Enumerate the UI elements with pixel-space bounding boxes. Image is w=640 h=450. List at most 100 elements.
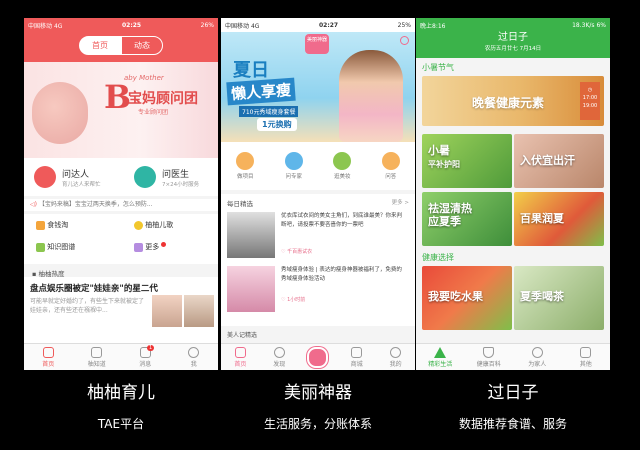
qa-icon [381, 152, 400, 170]
tile-xiaoshu[interactable]: 小暑 平补护阳 [422, 134, 512, 188]
kid-photo-1 [152, 295, 182, 327]
app-screen-guorizi: 晚上8:16 18.3K/s 6% 过日子 农历五月廿七 7月14日 小暑节气 … [416, 18, 610, 370]
article-headline: 盘点娱乐圈被定"娃娃亲"的星二代 [30, 284, 158, 294]
caption-subtitle: TAE平台 [97, 417, 145, 431]
tab-bar-other[interactable]: 其他 [562, 344, 611, 370]
bottom-tab-bar: 首页 发现 商城 我的 [221, 343, 415, 370]
hands-heart-image [32, 82, 88, 144]
article-text: 可能早就定好婚约了，有些生下来就被定了娃娃亲，还有些还在襁褓中... [30, 298, 145, 314]
bag-icon [36, 220, 45, 230]
caption-title: 美丽神器 [284, 383, 352, 403]
tab-bar-messages[interactable]: 消息 1 [121, 344, 170, 370]
feature-grid: 食钱淘 柚柚儿歌 知识图谱 更多 [24, 214, 218, 264]
status-bar: 中国移动 4G 02:25 26% [28, 21, 214, 30]
person-icon [390, 346, 402, 358]
caption-subtitle: 数据推荐食谱、服务 [458, 417, 567, 431]
segmented-tabs: 首页 动态 [24, 36, 218, 55]
family-icon [531, 346, 543, 358]
feed: 每日精选 更多 > 优衣库试衣间的美女主角们，到底谁最美？你来判断吧，请投票不要… [221, 194, 415, 326]
grid-item-knowledge[interactable]: 知识图谱 [36, 242, 75, 252]
caption-guorizi: 过日子 数据推荐食谱、服务 [416, 378, 610, 432]
tab-bar-discover[interactable]: 发现 [260, 344, 299, 370]
tab-bar-mall[interactable]: 商城 [337, 344, 376, 370]
feed-item[interactable]: 优衣库试衣间的美女主角们，到底谁最美？你来判断吧，请投票不要吝啬你的一票吧 ♡ … [227, 210, 409, 260]
icon-experts[interactable]: 问专家 [284, 152, 303, 180]
app-screen-beauty: 中国移动 4G 02:27 25% 美丽神器 夏日 懒人享瘦 710元秀域瘦身套… [221, 18, 415, 370]
section-health: 健康选择 [422, 253, 454, 262]
message-badge: 1 [147, 345, 155, 351]
expert-icon [34, 166, 56, 188]
speaker-icon: ◁) [30, 201, 37, 208]
tile-qushi[interactable]: 祛湿清热 应夏季 [422, 192, 512, 246]
tab-bar-home[interactable]: 首页 [221, 344, 260, 370]
tab-activity[interactable]: 动态 [121, 36, 163, 55]
search-icon[interactable] [400, 36, 409, 45]
star-icon [434, 346, 447, 358]
grid-icon [580, 346, 592, 358]
app-logo: 美丽神器 [305, 34, 329, 54]
hero-tile[interactable]: 晚餐健康元素 ◷ 17:00 19:00 [422, 76, 604, 126]
clock-icon: ◷ [587, 87, 593, 93]
book-icon [36, 242, 45, 252]
grid-item-more[interactable]: 更多 [134, 242, 167, 252]
banner[interactable]: aby Mother B 宝妈顾问团 专业顾问团 [24, 62, 218, 158]
date-label: 农历五月廿七 7月14日 [484, 46, 542, 52]
tab-bar-life[interactable]: 精彩生活 [416, 344, 465, 370]
feed-item[interactable]: 秀域瘦身体验 | 表达的瘦身神器被福利了，免费的秀域瘦身体验活动 ♡ 1小时前 [227, 264, 409, 316]
tab-bar-know[interactable]: 柚知道 [73, 344, 122, 370]
camera-icon [307, 346, 329, 368]
tab-bar-camera[interactable] [299, 344, 338, 370]
tab-bar-mine[interactable]: 我的 [376, 344, 415, 370]
icon-projects[interactable]: 做项目 [236, 152, 255, 180]
kid-photo-2 [184, 295, 214, 327]
banner-line1: 夏日 [233, 60, 269, 81]
tile-fruit[interactable]: 我要吃水果 [422, 266, 512, 330]
grid-item-shop[interactable]: 食钱淘 [36, 220, 68, 230]
clock-badge: ◷ 17:00 19:00 [580, 82, 600, 120]
music-icon [134, 220, 143, 230]
feed-thumb [227, 212, 275, 258]
more-icon [134, 242, 143, 252]
header-bar: 中国移动 4G 02:25 26% 首页 动态 [24, 18, 218, 62]
feed-thumb [227, 266, 275, 312]
tile-rufu[interactable]: 入伏宜出汗 [514, 134, 604, 188]
bottom-tab-bar: 首页 柚知道 消息 1 我 [24, 343, 218, 370]
doctor-icon [134, 166, 156, 188]
service-doctor[interactable]: 问医生 [162, 167, 189, 180]
icon-makeup[interactable]: 逛美妆 [333, 152, 352, 180]
banner-title: 宝妈顾问团 [128, 91, 198, 107]
promo-banner[interactable]: 美丽神器 夏日 懒人享瘦 710元秀域瘦身套餐 1元换购 [221, 32, 415, 142]
home-icon [42, 346, 54, 358]
notice-bar[interactable]: ◁) 【宝妈来稿】宝宝过两天换季，怎么预防... [24, 199, 218, 211]
tile-tea[interactable]: 夏季喝茶 [514, 266, 604, 330]
caption-beauty: 美丽神器 生活服务，分账体系 [221, 378, 415, 432]
caption-title: 柚柚育儿 [87, 383, 155, 403]
app-title: 过日子 [498, 32, 528, 43]
article-card[interactable]: 盘点娱乐圈被定"娃娃亲"的星二代 可能早就定好婚约了，有些生下来就被定了娃娃亲，… [24, 277, 218, 344]
section-solar-term: 小暑节气 [422, 63, 454, 72]
tab-bar-home[interactable]: 首页 [24, 344, 73, 370]
compass-icon [273, 346, 285, 358]
question-icon [91, 346, 103, 358]
services-row: 问达人 育儿达人来帮忙 问医生 7×24小时服务 [24, 158, 218, 196]
tab-bar-family[interactable]: 为家人 [513, 344, 562, 370]
header-bar: 晚上8:16 18.3K/s 6% 过日子 农历五月廿七 7月14日 [416, 18, 610, 58]
banner-line2: 懒人享瘦 [226, 77, 296, 106]
grid-item-songs[interactable]: 柚柚儿歌 [134, 220, 173, 230]
caption-title: 过日子 [487, 383, 539, 403]
model-photo [339, 50, 403, 142]
tab-home[interactable]: 首页 [79, 36, 121, 55]
feed-more-link[interactable]: 更多 > [392, 198, 409, 206]
home-icon [234, 346, 246, 358]
tile-baiguo[interactable]: 百果润夏 [514, 192, 604, 246]
service-expert[interactable]: 问达人 [62, 167, 89, 180]
projects-icon [236, 152, 255, 170]
notification-dot [161, 242, 167, 247]
tab-bar-wiki[interactable]: 健康百科 [465, 344, 514, 370]
tab-bar-me[interactable]: 我 [170, 344, 219, 370]
icon-qa[interactable]: 问答 [381, 152, 400, 180]
cart-icon [351, 346, 363, 358]
feed-title: 每日精选 [227, 200, 253, 208]
experts-icon [284, 152, 303, 170]
app-screen-youyou: 中国移动 4G 02:25 26% 首页 动态 aby Mother B 宝妈顾… [24, 18, 218, 370]
